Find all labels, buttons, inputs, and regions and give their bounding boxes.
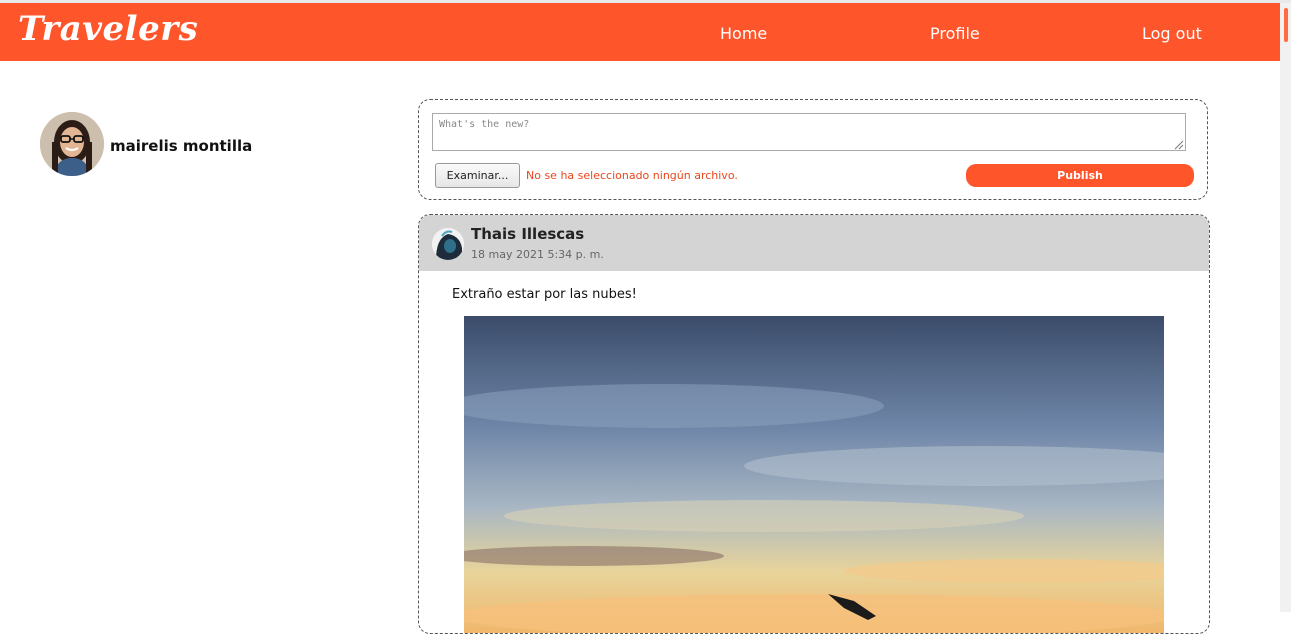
user-photo-icon (40, 112, 104, 176)
user-name[interactable]: mairelis montilla (110, 137, 252, 155)
author-photo-icon (432, 228, 464, 260)
navbar: Travelers Home Profile Log out (0, 3, 1280, 61)
post-body-text: Extraño estar por las nubes! (452, 287, 637, 302)
nav-profile-link[interactable]: Profile (930, 24, 980, 43)
post-timestamp: 18 may 2021 5:34 p. m. (471, 248, 604, 261)
file-status-text: No se ha seleccionado ningún archivo. (526, 169, 738, 182)
nav-home-link[interactable]: Home (720, 24, 767, 43)
post-author-name[interactable]: Thais Illescas (471, 225, 584, 243)
user-avatar[interactable] (40, 112, 104, 176)
post-text-input[interactable] (432, 113, 1186, 151)
resize-grip-icon[interactable] (1173, 139, 1184, 150)
page-scrollbar[interactable] (1280, 3, 1291, 612)
post-author-avatar[interactable] (432, 228, 464, 260)
post-card: Thais Illescas 18 may 2021 5:34 p. m. Ex… (418, 214, 1210, 634)
post-image-sunset-icon[interactable] (464, 316, 1164, 634)
post-header: Thais Illescas 18 may 2021 5:34 p. m. (419, 215, 1209, 271)
nav-logout-link[interactable]: Log out (1142, 24, 1202, 43)
scrollbar-thumb[interactable] (1284, 8, 1288, 42)
publish-button[interactable]: Publish (966, 164, 1194, 187)
file-browse-button[interactable]: Examinar... (435, 163, 520, 188)
app-logo[interactable]: Travelers (18, 9, 198, 49)
post-composer: Examinar... No se ha seleccionado ningún… (418, 99, 1208, 200)
